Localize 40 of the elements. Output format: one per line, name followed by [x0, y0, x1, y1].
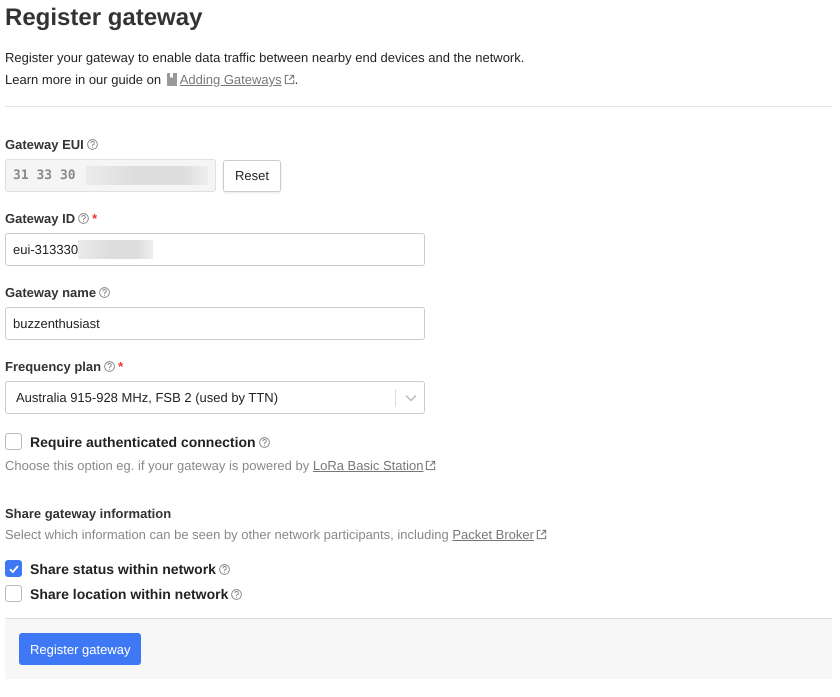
select-field[interactable]: Australia 915-928 MHz, FSB 2 (used by TTN)	[5, 381, 425, 414]
help-icon[interactable]	[258, 436, 270, 448]
field-label: Gateway EUI	[5, 137, 84, 152]
help-icon[interactable]	[218, 564, 230, 574]
input-field[interactable]: buzzenthusiast	[5, 307, 425, 340]
checkbox[interactable]	[5, 560, 22, 577]
share-description: Select which information can be seen by other network participants, including	[5, 527, 449, 542]
guide-suffix: .	[294, 72, 298, 87]
checkmark-icon	[8, 562, 20, 574]
register-button[interactable]: Register gateway	[19, 633, 142, 665]
external-link-icon	[284, 74, 295, 85]
intro-text: Register your gateway to enable data traffic between nearby end devices and the network.	[5, 49, 526, 67]
help-icon[interactable]	[231, 588, 242, 600]
book-icon	[166, 73, 178, 86]
packet-broker-link[interactable]: Packet Broker	[452, 527, 534, 542]
checkbox-label[interactable]: Require authenticated connection	[30, 434, 256, 450]
required-mark: *	[92, 211, 98, 226]
section-title: Share gateway information	[5, 506, 172, 521]
reset-button[interactable]: Reset	[223, 160, 281, 192]
page-title: Register gateway	[5, 3, 204, 32]
external-link-icon	[536, 529, 547, 540]
external-link-icon	[425, 460, 436, 471]
field-label: Frequency plan	[5, 359, 102, 374]
field-label: Gateway ID	[5, 211, 76, 226]
input-field[interactable]: eui-313330	[5, 233, 425, 266]
chevron-down-icon	[405, 394, 417, 402]
help-icon[interactable]	[104, 361, 116, 372]
checkbox-label[interactable]: Share status within network	[30, 560, 216, 576]
lora-link[interactable]: LoRa Basic Station	[312, 458, 424, 473]
help-icon[interactable]	[86, 139, 98, 150]
auth-hint: Choose this option eg. if your gateway is powered by	[5, 458, 310, 473]
help-icon[interactable]	[78, 213, 90, 224]
guide-text: Learn more in our guide on	[5, 72, 162, 87]
guide-link[interactable]: Adding Gateways	[180, 72, 282, 87]
field-label: Gateway name	[5, 285, 96, 300]
checkbox[interactable]	[5, 585, 22, 602]
checkbox[interactable]	[5, 433, 22, 450]
required-mark: *	[118, 359, 124, 374]
checkbox-label[interactable]: Share location within network	[30, 586, 228, 602]
help-icon[interactable]	[99, 287, 110, 298]
